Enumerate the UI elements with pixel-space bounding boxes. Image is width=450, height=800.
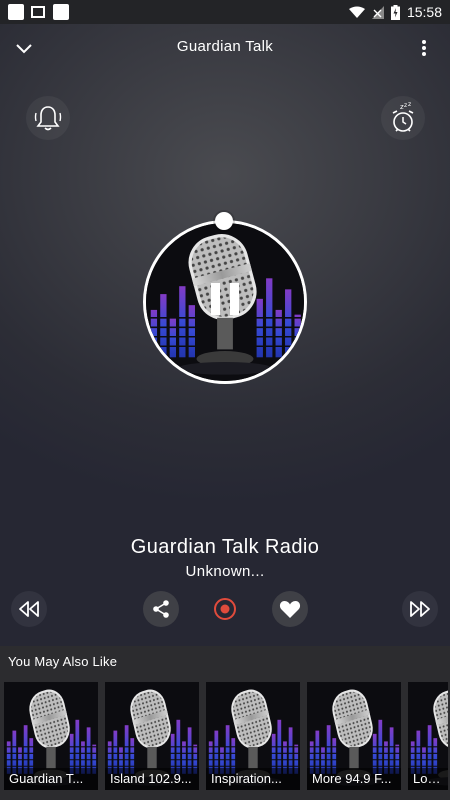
battery-icon: [390, 4, 400, 20]
share-button[interactable]: [143, 591, 179, 627]
station-artwork[interactable]: [143, 212, 307, 384]
station-card-label: Inspiration...: [206, 768, 300, 790]
station-card-label: Love R: [408, 768, 448, 790]
rewind-icon: [19, 601, 39, 617]
notification-button[interactable]: [26, 96, 70, 140]
station-card[interactable]: Love R: [408, 682, 448, 790]
section-heading: You May Also Like: [8, 654, 118, 669]
player-header: Guardian Talk: [0, 24, 450, 72]
image-icon: [31, 6, 45, 18]
page-title: Guardian Talk: [176, 38, 274, 55]
more-vert-icon[interactable]: [412, 36, 436, 60]
share-icon: [153, 600, 169, 618]
alarm-clock-icon: z z z: [392, 101, 414, 132]
clock: 15:58: [406, 4, 442, 20]
station-card[interactable]: Inspiration...: [206, 682, 300, 790]
pause-icon[interactable]: [211, 283, 239, 315]
svg-text:z: z: [408, 101, 411, 108]
fast-forward-icon: [410, 601, 430, 617]
record-button[interactable]: [207, 591, 243, 627]
station-card[interactable]: Island 102.9...: [105, 682, 199, 790]
signal-icon: [371, 5, 384, 19]
station-card-label: More 94.9 F...: [307, 768, 401, 790]
recommendations-list: Guardian T... Island 102.9... Inspiratio…: [4, 682, 448, 790]
progress-handle[interactable]: [215, 212, 233, 230]
bell-icon: [34, 106, 62, 131]
heart-icon: [279, 601, 301, 618]
playback-controls: [0, 589, 450, 629]
notification-icon: [53, 4, 69, 20]
sleep-timer-button[interactable]: z z z: [381, 96, 425, 140]
wifi-icon: [348, 6, 365, 18]
previous-button[interactable]: [11, 591, 47, 627]
next-button[interactable]: [402, 591, 438, 627]
record-icon: [214, 598, 236, 620]
station-title: Guardian Talk Radio: [130, 536, 320, 558]
station-card-label: Guardian T...: [4, 768, 98, 790]
notification-icon: [8, 4, 24, 20]
track-subtitle: Unknown...: [185, 563, 265, 580]
status-bar: 15:58: [0, 0, 450, 24]
player-screen: Guardian Talk z z z Guardian Talk Radio …: [0, 24, 450, 646]
svg-text:z: z: [404, 102, 407, 109]
station-card[interactable]: Guardian T...: [4, 682, 98, 790]
recommendations-section: You May Also Like Guardian T... Island 1…: [0, 646, 450, 800]
favorite-button[interactable]: [272, 591, 308, 627]
station-card-label: Island 102.9...: [105, 768, 199, 790]
station-card[interactable]: More 94.9 F...: [307, 682, 401, 790]
